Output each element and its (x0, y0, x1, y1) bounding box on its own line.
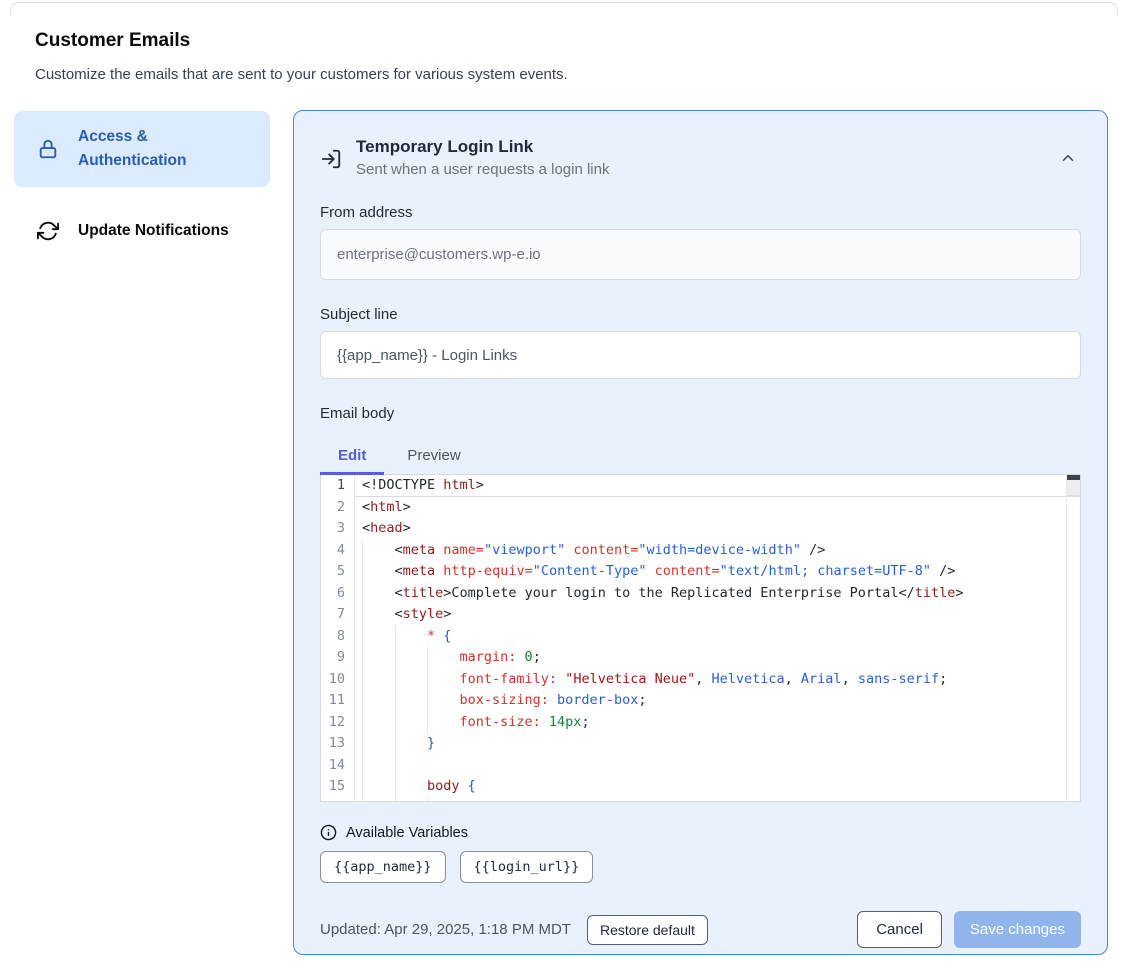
code-lines: 1<!DOCTYPE html>2<html>3<head>4<meta nam… (321, 475, 1080, 802)
from-address-label: From address (320, 204, 1081, 221)
page-description: Customize the emails that are sent to yo… (35, 66, 568, 83)
code-line[interactable]: 1<!DOCTYPE html> (321, 475, 1080, 497)
save-changes-button[interactable]: Save changes (954, 911, 1081, 948)
sidebar: Access & Authentication Update Notificat… (14, 111, 270, 257)
code-line[interactable]: 5<meta http-equiv="Content-Type" content… (321, 561, 1080, 583)
email-body-label: Email body (320, 405, 1081, 422)
code-line[interactable]: 8* { (321, 626, 1080, 648)
card-top-edge (10, 2, 1118, 14)
sidebar-item-access-authentication[interactable]: Access & Authentication (14, 111, 270, 187)
variable-chip-login-url[interactable]: {{login_url}} (460, 851, 594, 883)
code-line[interactable]: 4<meta name="viewport" content="width=de… (321, 540, 1080, 562)
tab-preview[interactable]: Preview (389, 438, 478, 475)
cancel-button[interactable]: Cancel (857, 911, 942, 948)
page-title: Customer Emails (35, 30, 190, 52)
code-line[interactable]: 3<head> (321, 518, 1080, 540)
code-line[interactable]: 7<style> (321, 604, 1080, 626)
chevron-up-icon (1059, 149, 1077, 167)
info-icon (320, 824, 337, 841)
panel-subtitle: Sent when a user requests a login link (356, 161, 1041, 178)
code-editor[interactable]: 1<!DOCTYPE html>2<html>3<head>4<meta nam… (320, 475, 1081, 802)
variable-chips: {{app_name}} {{login_url}} (320, 851, 1081, 883)
sidebar-item-label: Access & Authentication (78, 125, 200, 173)
panel-title: Temporary Login Link (356, 137, 1041, 157)
available-variables-label: Available Variables (346, 825, 468, 841)
subject-line-label: Subject line (320, 306, 1081, 323)
sidebar-item-label: Update Notifications (78, 222, 229, 240)
code-line[interactable]: 9margin: 0; (321, 647, 1080, 669)
updated-timestamp: Updated: Apr 29, 2025, 1:18 PM MDT (320, 921, 571, 938)
code-line[interactable]: 11box-sizing: border-box; (321, 690, 1080, 712)
lock-icon (36, 137, 60, 161)
from-address-input[interactable] (320, 229, 1081, 280)
scrollbar-thumb[interactable] (1067, 475, 1080, 480)
refresh-icon (36, 219, 60, 243)
email-body-tabbar: Edit Preview (320, 438, 1081, 475)
tab-edit[interactable]: Edit (320, 438, 384, 475)
email-template-panel: Temporary Login Link Sent when a user re… (293, 110, 1108, 955)
panel-footer: Updated: Apr 29, 2025, 1:18 PM MDT Resto… (320, 911, 1081, 948)
editor-scrollbar[interactable] (1066, 475, 1080, 801)
restore-default-button[interactable]: Restore default (587, 915, 708, 945)
code-line[interactable]: 16background-color: #f8f8fb; (321, 798, 1080, 803)
code-line[interactable]: 10font-family: "Helvetica Neue", Helveti… (321, 669, 1080, 691)
code-line[interactable]: 6<title>Complete your login to the Repli… (321, 583, 1080, 605)
login-icon (320, 148, 342, 170)
subject-line-input[interactable] (320, 331, 1081, 379)
sidebar-item-update-notifications[interactable]: Update Notifications (14, 205, 270, 257)
code-line[interactable]: 2<html> (321, 497, 1080, 519)
code-line[interactable]: 12font-size: 14px; (321, 712, 1080, 734)
code-line[interactable]: 15body { (321, 776, 1080, 798)
panel-header: Temporary Login Link Sent when a user re… (320, 137, 1081, 178)
available-variables-header: Available Variables (320, 824, 1081, 841)
code-line[interactable]: 14 (321, 755, 1080, 777)
variable-chip-app-name[interactable]: {{app_name}} (320, 851, 446, 883)
collapse-button[interactable] (1055, 145, 1081, 171)
code-line[interactable]: 13} (321, 733, 1080, 755)
